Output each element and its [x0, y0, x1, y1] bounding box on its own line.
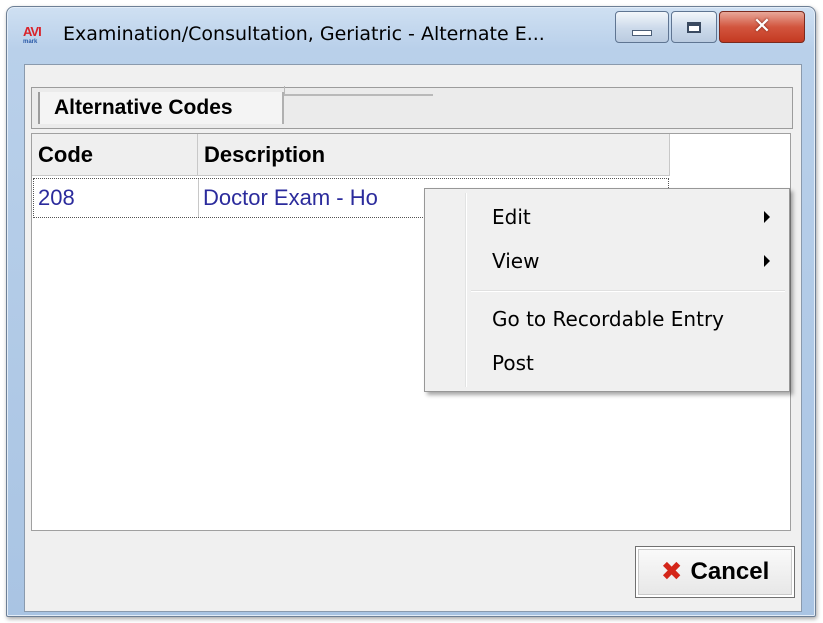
menu-item-label: View — [492, 249, 540, 273]
submenu-arrow-icon — [764, 211, 770, 223]
maximize-icon — [687, 21, 701, 33]
red-x-icon: ✖ — [660, 557, 683, 587]
menu-item-label: Go to Recordable Entry — [492, 307, 725, 331]
menu-item-label: Post — [492, 351, 534, 375]
tab-strip: Alternative Codes — [31, 86, 793, 129]
minimize-icon — [632, 30, 652, 36]
cancel-button-label: Cancel — [690, 558, 770, 585]
column-header-description[interactable]: Description — [198, 134, 670, 176]
menu-item-edit[interactable]: Edit — [428, 197, 784, 237]
menu-item-view[interactable]: View — [428, 241, 784, 281]
app-logo-text: AVI — [23, 24, 42, 39]
menu-separator — [471, 290, 785, 292]
menu-item-label: Edit — [492, 205, 531, 229]
tab-divider — [284, 86, 433, 96]
maximize-button[interactable] — [671, 11, 717, 43]
window-title: Examination/Consultation, Geriatric - Al… — [63, 23, 545, 45]
submenu-arrow-icon — [764, 255, 770, 267]
cancel-button[interactable]: ✖ Cancel — [635, 546, 795, 598]
close-icon: ✕ — [752, 14, 772, 39]
column-header-code[interactable]: Code — [32, 134, 198, 176]
minimize-button[interactable] — [615, 11, 669, 43]
app-logo-icon[interactable]: AVI mark — [23, 25, 51, 51]
menu-item-post[interactable]: Post — [428, 343, 784, 383]
tab-alternative-codes[interactable]: Alternative Codes — [38, 92, 284, 124]
table-header: Code Description — [32, 134, 670, 176]
cell-code[interactable]: 208 — [34, 179, 199, 217]
app-logo-subtext: mark — [23, 39, 38, 45]
context-menu: Edit View Go to Recordable Entry Post — [424, 188, 790, 392]
title-bar[interactable]: AVI mark Examination/Consultation, Geria… — [7, 7, 815, 57]
close-button[interactable]: ✕ — [719, 11, 805, 43]
menu-item-go-to-recordable-entry[interactable]: Go to Recordable Entry — [428, 299, 784, 339]
